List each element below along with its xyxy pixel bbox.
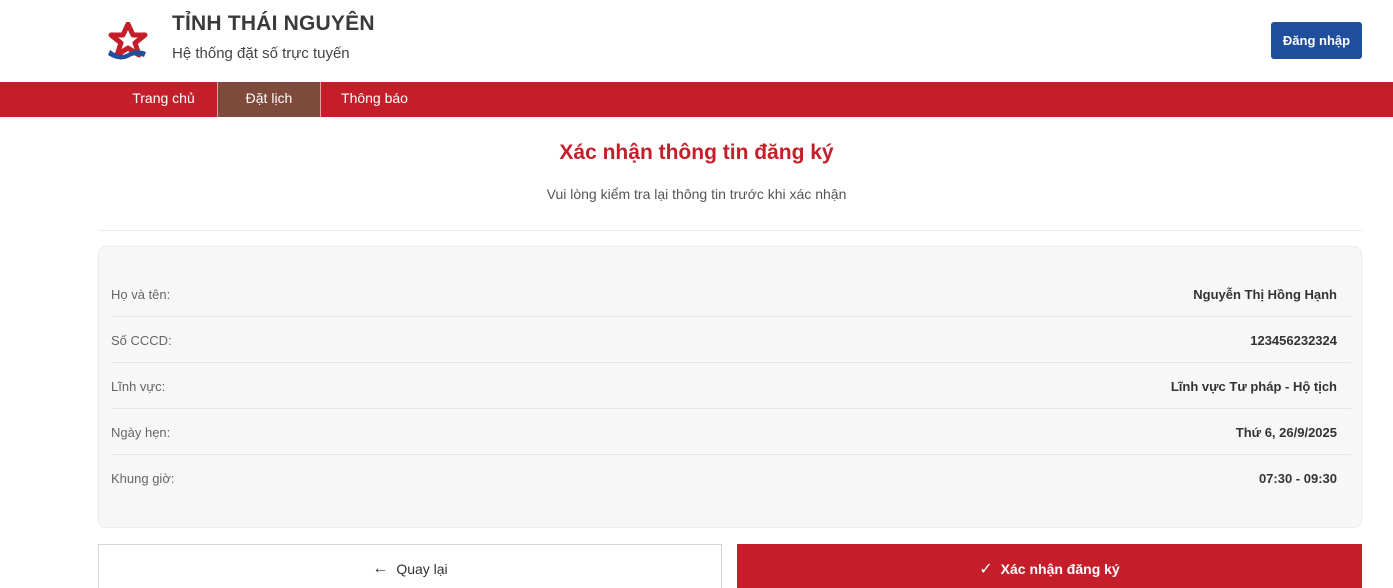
page-subtitle: Vui lòng kiểm tra lại thông tin trước kh… <box>546 186 847 202</box>
detail-label: Ngày hẹn: <box>111 425 171 440</box>
divider <box>98 230 1362 231</box>
nav-item-notifications[interactable]: Thông báo <box>321 82 428 117</box>
detail-value: Nguyễn Thị Hồng Hạnh <box>1193 287 1337 302</box>
login-button[interactable]: Đăng nhập <box>1271 22 1362 59</box>
brand-subtitle: Hệ thống đặt số trực tuyến <box>172 45 350 62</box>
back-button-label: Quay lại <box>396 561 448 577</box>
detail-row-appointment-date: Ngày hẹn: Thứ 6, 26/9/2025 <box>111 409 1351 455</box>
brand-title: TỈNH THÁI NGUYÊN <box>172 12 375 35</box>
nav-item-booking[interactable]: Đặt lịch <box>217 82 321 117</box>
detail-label: Lĩnh vực: <box>111 379 166 394</box>
detail-value: 07:30 - 09:30 <box>1258 471 1337 486</box>
confirm-registration-button[interactable]: ✓ Xác nhận đăng ký <box>737 544 1362 588</box>
detail-row-field: Lĩnh vực: Lĩnh vực Tư pháp - Hộ tịch <box>111 363 1351 409</box>
arrow-left-icon: ← <box>372 560 389 577</box>
detail-row-full-name: Họ và tên: Nguyễn Thị Hồng Hạnh <box>111 271 1351 317</box>
detail-row-id-number: Số CCCD: 123456232324 <box>111 317 1351 363</box>
main-nav: Trang chủ Đặt lịch Thông báo <box>0 82 1393 117</box>
nav-item-home[interactable]: Trang chủ <box>110 82 217 117</box>
detail-row-time-slot: Khung giờ: 07:30 - 09:30 <box>111 455 1351 501</box>
detail-label: Số CCCD: <box>111 333 172 348</box>
detail-value: Lĩnh vực Tư pháp - Hộ tịch <box>1170 379 1337 394</box>
detail-label: Họ và tên: <box>111 287 171 302</box>
detail-value: Thứ 6, 26/9/2025 <box>1235 425 1337 440</box>
site-header: TỈNH THÁI NGUYÊN Hệ thống đặt số trực tu… <box>0 0 1393 82</box>
check-icon: ✓ <box>979 561 993 578</box>
page-title: Xác nhận thông tin đăng ký <box>559 141 834 164</box>
detail-value: 123456232324 <box>1250 333 1337 348</box>
detail-label: Khung giờ: <box>111 471 175 486</box>
back-button[interactable]: ← Quay lại <box>98 544 722 588</box>
registration-summary-card: Họ và tên: Nguyễn Thị Hồng Hạnh Số CCCD:… <box>98 246 1362 528</box>
confirm-button-label: Xác nhận đăng ký <box>1000 561 1120 577</box>
province-logo-icon <box>108 22 148 60</box>
